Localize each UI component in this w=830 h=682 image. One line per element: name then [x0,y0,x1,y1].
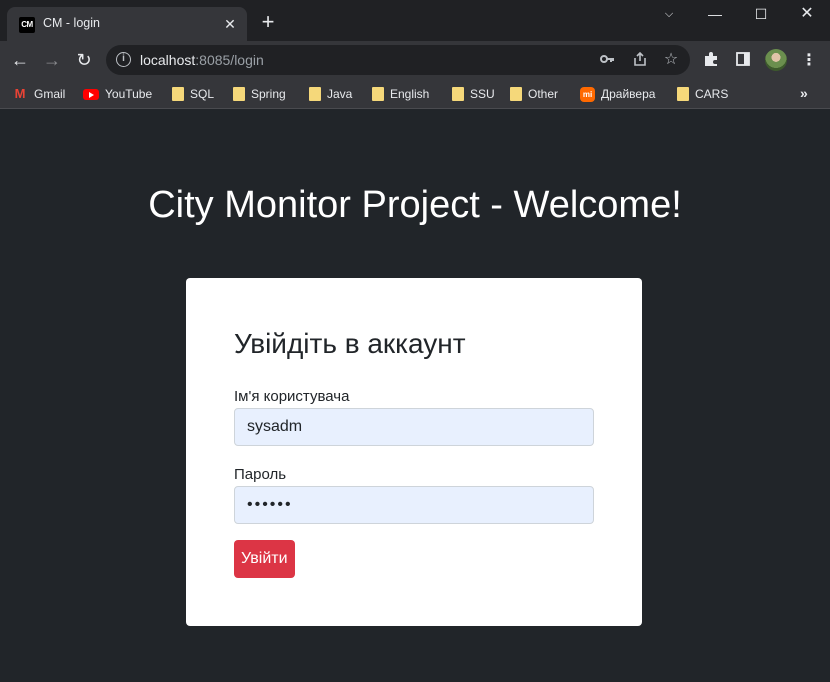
bookmark-english[interactable]: English [372,83,429,105]
key-icon[interactable] [598,51,616,69]
mi-icon: mi [580,86,595,102]
tab-search-icon[interactable]: ⌵ [646,0,692,30]
address-bar[interactable]: i localhost:8085/login ☆ [106,45,690,75]
login-card-title: Увійдіть в аккаунт [234,328,466,359]
side-panel-icon[interactable] [733,51,753,71]
youtube-icon [83,88,99,100]
bookmark-label: English [390,87,430,101]
bookmark-label: SSU [470,87,495,101]
new-tab-button[interactable]: + [258,11,278,33]
page-title: City Monitor Project - Welcome! [148,184,682,226]
bookmark-other[interactable]: Other [510,83,558,105]
login-button[interactable]: Увійти [234,540,295,578]
bookmark-java[interactable]: Java [309,83,352,105]
browser-tab[interactable]: CM CM - login ✕ [7,7,247,41]
folder-icon [233,87,245,101]
star-icon[interactable]: ☆ [662,51,680,69]
bookmark-label: Other [528,87,559,101]
maximize-button[interactable]: ☐ [738,0,784,30]
bookmark-label: SQL [190,87,215,101]
folder-icon [510,87,522,101]
forward-arrow-icon[interactable]: → [39,47,65,73]
reload-icon[interactable]: ↻ [71,47,97,73]
url-text[interactable]: localhost:8085/login [140,52,264,68]
site-info-icon[interactable]: i [116,52,131,67]
browser-toolbar: ← → ↻ i localhost:8085/login ☆ ⋮ [0,41,830,79]
tab-title: CM - login [43,16,100,30]
menu-icon[interactable]: ⋮ [799,51,819,71]
gmail-icon: M [14,86,26,101]
back-arrow-icon[interactable]: ← [7,47,33,73]
bookmark-drivers[interactable]: mi Драйвера [580,83,655,105]
extensions-icon[interactable] [701,51,721,71]
bookmark-label: Gmail [34,87,66,101]
bookmark-label: CARS [695,87,729,101]
folder-icon [309,87,321,101]
minimize-button[interactable]: — [692,0,738,30]
bookmarks-overflow-icon[interactable]: » [800,85,808,101]
username-input[interactable] [234,408,594,446]
bookmark-youtube[interactable]: YouTube [83,83,152,105]
url-path: :8085/login [195,52,264,68]
tab-close-icon[interactable]: ✕ [221,15,239,33]
folder-icon [452,87,464,101]
folder-icon [172,87,184,101]
login-card: Увійдіть в аккаунт Ім'я користувача Паро… [186,278,642,626]
bookmark-cars[interactable]: CARS [677,83,728,105]
password-label: Пароль [234,466,287,483]
bookmark-gmail[interactable]: M Gmail [12,83,66,105]
share-icon[interactable] [631,51,649,69]
url-host: localhost [140,52,196,68]
avatar[interactable] [765,49,787,71]
bookmark-sql[interactable]: SQL [172,83,214,105]
cm-favicon-icon: CM [19,17,35,33]
bookmark-ssu[interactable]: SSU [452,83,495,105]
password-input[interactable] [234,486,594,524]
bookmarks-bar: M Gmail YouTube SQL Spring Java English … [0,79,830,109]
bookmark-label: Spring [251,87,286,101]
folder-icon [372,87,384,101]
username-label: Ім'я користувача [234,388,350,405]
bookmark-spring[interactable]: Spring [233,83,286,105]
bookmark-label: Драйвера [601,87,656,101]
close-window-button[interactable]: ✕ [784,0,830,30]
bookmark-label: Java [327,87,353,101]
tab-strip: CM CM - login ✕ + ⌵ — ☐ ✕ [0,0,830,41]
bookmark-label: YouTube [105,87,153,101]
folder-icon [677,87,689,101]
